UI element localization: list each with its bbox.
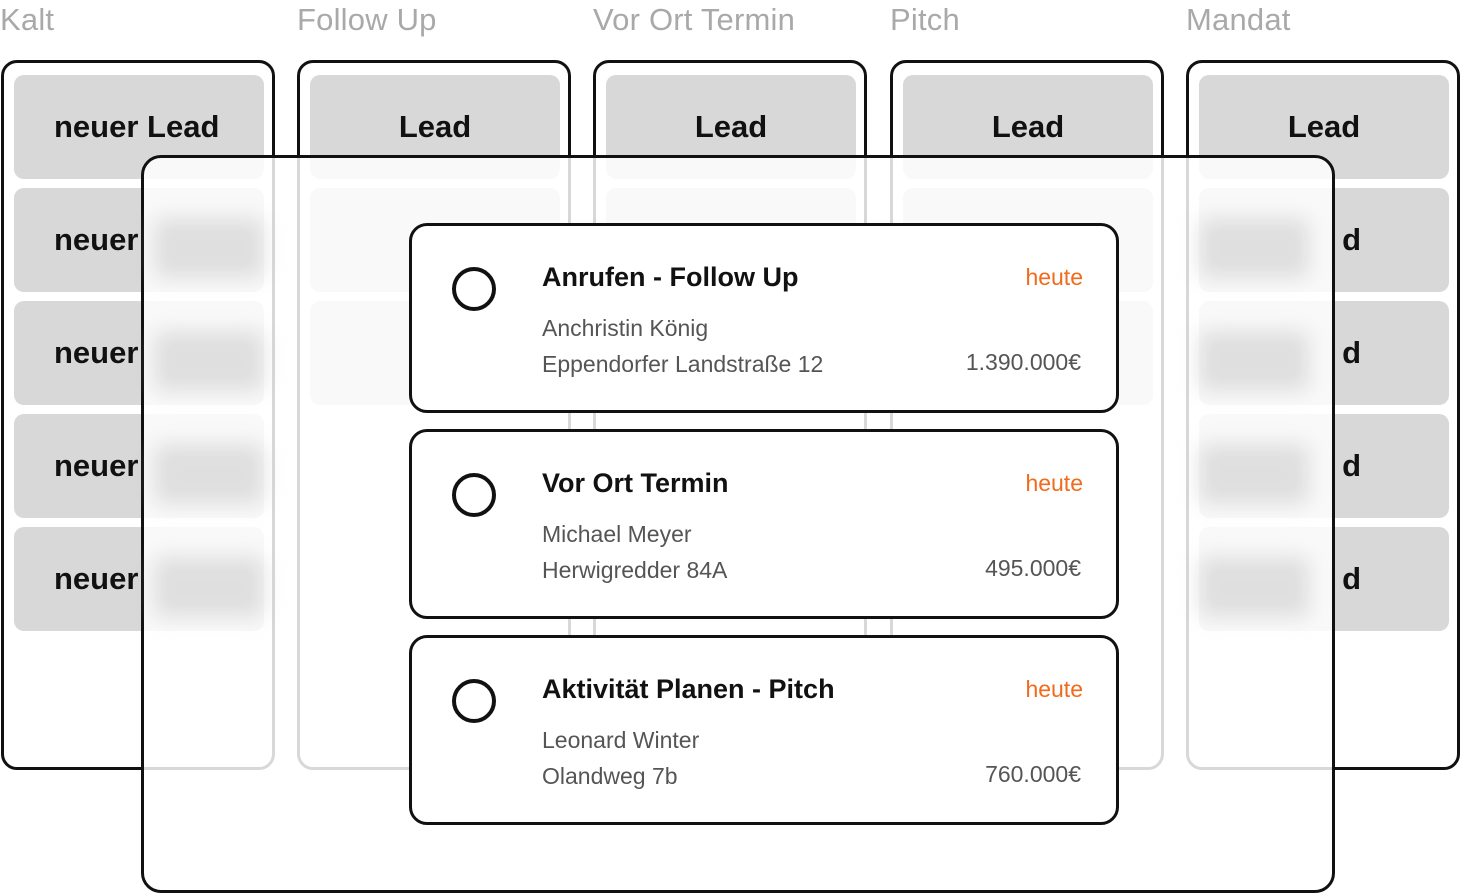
task-checkbox[interactable]: [452, 473, 496, 517]
task-due-badge: heute: [1025, 470, 1083, 496]
task-checkbox[interactable]: [452, 267, 496, 311]
task-price: 1.390.000€: [965, 349, 1081, 375]
task-price: 495.000€: [985, 555, 1081, 581]
task-address: Eppendorfer Landstraße 12: [542, 351, 824, 377]
lead-card-label: d: [1342, 335, 1361, 370]
task-person: Michael Meyer: [542, 521, 692, 547]
lead-card-label: Lead: [694, 109, 768, 144]
column-title-mandat: Mandat: [1186, 2, 1291, 37]
task-checkbox[interactable]: [452, 679, 496, 723]
lead-card-label: d: [1342, 448, 1361, 483]
blurred-lead-placeholder: [1199, 218, 1309, 278]
task-person: Leonard Winter: [542, 727, 700, 753]
lead-card-label: neuer: [54, 222, 139, 257]
blurred-lead-placeholder: [154, 331, 264, 391]
task-title: Aktivität Planen - Pitch: [542, 674, 835, 704]
task-due-badge: heute: [1025, 264, 1083, 290]
lead-card-label: Lead: [398, 109, 472, 144]
task-title: Anrufen - Follow Up: [542, 262, 799, 292]
column-title-follow-up: Follow Up: [297, 2, 437, 37]
lead-card-label: neuer: [54, 561, 139, 596]
lead-card-label: d: [1342, 222, 1361, 257]
column-title-vor-ort-termin: Vor Ort Termin: [593, 2, 796, 37]
lead-card-label: neuer Lead: [54, 109, 220, 144]
task-due-badge: heute: [1025, 676, 1083, 702]
blurred-lead-placeholder: [154, 444, 264, 504]
task-title: Vor Ort Termin: [542, 468, 729, 498]
blurred-lead-placeholder: [1199, 331, 1309, 391]
task-person: Anchristin König: [542, 315, 709, 341]
column-title-kalt: Kalt: [0, 2, 55, 37]
lead-card-label: neuer: [54, 448, 139, 483]
task-price: 760.000€: [985, 761, 1081, 787]
blurred-lead-placeholder: [1199, 557, 1309, 617]
blurred-lead-placeholder: [154, 218, 264, 278]
task-card[interactable]: Vor Ort Termin heute Michael Meyer Herwi…: [409, 429, 1119, 619]
task-card[interactable]: Anrufen - Follow Up heute Anchristin Kön…: [409, 223, 1119, 413]
blurred-lead-placeholder: [154, 557, 264, 617]
task-card[interactable]: Aktivität Planen - Pitch heute Leonard W…: [409, 635, 1119, 825]
lead-card-label: d: [1342, 561, 1361, 596]
task-address: Olandweg 7b: [542, 763, 678, 789]
task-address: Herwigredder 84A: [542, 557, 728, 583]
lead-card-label: Lead: [991, 109, 1065, 144]
lead-card-label: neuer: [54, 335, 139, 370]
column-title-pitch: Pitch: [890, 2, 960, 37]
blurred-lead-placeholder: [1199, 444, 1309, 504]
lead-card-label: Lead: [1287, 109, 1361, 144]
